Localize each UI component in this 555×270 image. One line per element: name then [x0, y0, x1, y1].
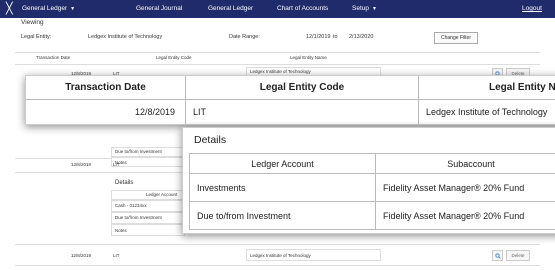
- nav-chart-of-accounts[interactable]: Chart of Accounts: [277, 0, 328, 18]
- nav-setup[interactable]: Setup ▼: [352, 0, 377, 18]
- cell-transaction-date: 12/8/2019: [26, 100, 186, 124]
- legal-entity-value: Ledgex Institute of Technology: [88, 34, 163, 40]
- delete-button[interactable]: Delete: [506, 250, 530, 261]
- detail-subaccount: Fidelity Asset Manager® 20% Fund: [375, 174, 555, 202]
- nav-setup-label: Setup: [352, 5, 369, 12]
- nav-general-journal[interactable]: General Journal: [136, 0, 182, 18]
- legal-entity-label: Legal Entity:: [21, 34, 52, 40]
- search-icon[interactable]: [492, 250, 503, 261]
- zoomed-details-panel: Details Ledger Account Subaccount Invest…: [182, 127, 555, 234]
- detail-ledger-account: Investments: [189, 174, 376, 202]
- module-selector[interactable]: General Ledger ▼: [22, 0, 75, 18]
- date-to-label: to: [333, 34, 338, 40]
- zoomed-transaction-row: Transaction Date Legal Entity Code Legal…: [25, 75, 555, 125]
- divider: [15, 172, 182, 173]
- date-from: 12/1/2019: [306, 34, 331, 40]
- table-row-code: LIT: [113, 162, 120, 167]
- chevron-down-icon: ▼: [70, 6, 76, 12]
- notes-label: Notes: [115, 228, 127, 233]
- table-row-name: Ledgex Institute of Technology: [250, 253, 311, 258]
- divider: [15, 265, 540, 266]
- header-subaccount: Subaccount: [375, 153, 555, 174]
- table-row-date: 12/8/2019: [71, 253, 92, 258]
- detail-ledger-account: Due to/from Investment: [189, 202, 376, 230]
- divider: [15, 158, 111, 159]
- logout-link[interactable]: Logout: [522, 0, 542, 18]
- details-label: Details: [115, 180, 134, 186]
- app-logo-icon[interactable]: ╳: [6, 3, 18, 15]
- bg-header-code: Legal Entity Code: [156, 55, 192, 60]
- details-title: Details: [194, 134, 227, 146]
- chevron-down-icon: ▼: [372, 6, 377, 12]
- bg-header-name: Legal Entity Name: [290, 55, 327, 60]
- divider: [15, 244, 540, 245]
- change-filter-button[interactable]: Change Filter: [434, 32, 478, 44]
- ledger-account-header: Ledger Account: [146, 192, 178, 197]
- divider: [15, 52, 540, 53]
- header-transaction-date: Transaction Date: [26, 76, 186, 100]
- detail-subaccount: Fidelity Asset Manager® 20% Fund: [375, 202, 555, 230]
- header-legal-entity-code: Legal Entity Code: [186, 76, 419, 100]
- table-row-date: 12/8/2019: [71, 162, 92, 167]
- bg-header-date: Transaction Date: [36, 55, 71, 60]
- page-title: Viewing: [21, 19, 44, 26]
- date-range-label: Date Range:: [229, 34, 260, 40]
- nav-general-ledger[interactable]: General Ledger: [208, 0, 253, 18]
- table-row-code: LIT: [113, 253, 120, 258]
- header-ledger-account: Ledger Account: [189, 153, 376, 174]
- cell-legal-entity-name: Ledgex Institute of Technology: [426, 107, 548, 117]
- table-row-name: Ledgex Institute of Technology: [250, 69, 311, 74]
- detail-account: Cash - 01234xx: [115, 203, 147, 208]
- cell-legal-entity-code: LIT: [186, 100, 419, 124]
- module-label: General Ledger: [22, 5, 68, 12]
- date-to: 2/13/2020: [349, 34, 374, 40]
- detail-account: Due to/from Investment: [115, 149, 162, 154]
- top-nav: ╳ General Ledger ▼ General Journal Genera…: [0, 0, 555, 18]
- detail-account: Due to/from Investment: [115, 215, 162, 220]
- divider: [15, 64, 540, 65]
- header-legal-entity-name: Legal Entity N: [419, 76, 555, 100]
